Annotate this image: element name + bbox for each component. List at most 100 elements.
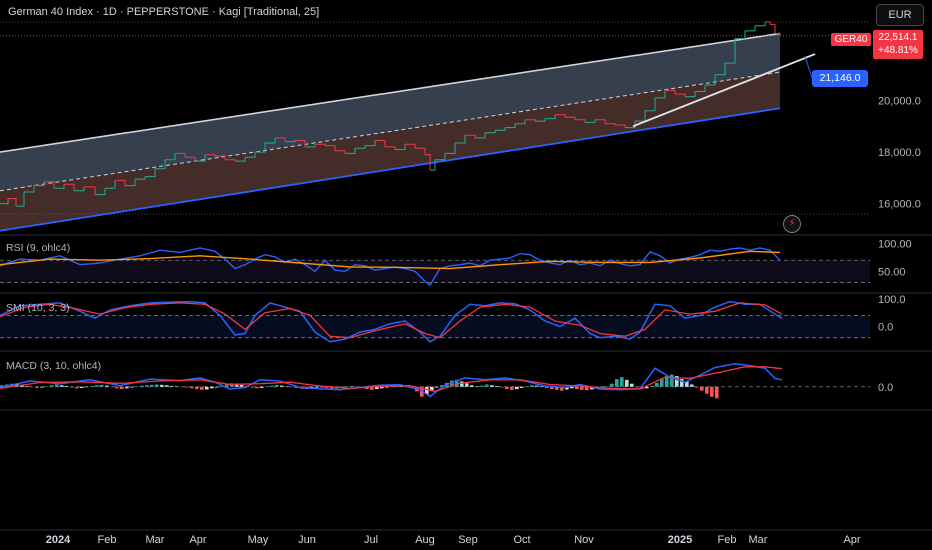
x-tick-label: 2024 bbox=[46, 534, 71, 546]
macd-histogram-bar bbox=[250, 386, 254, 388]
x-tick-label: Nov bbox=[574, 534, 594, 546]
x-tick-label: Feb bbox=[718, 534, 737, 546]
kagi-segment bbox=[735, 30, 746, 40]
macd-histogram-bar bbox=[35, 386, 39, 388]
macd-histogram-bar bbox=[260, 386, 264, 388]
macd-histogram-bar bbox=[280, 385, 284, 387]
macd-histogram-bar bbox=[145, 385, 149, 387]
macd-histogram-bar bbox=[535, 385, 539, 387]
macd-y-tick-label: 0.0 bbox=[878, 382, 893, 394]
macd-histogram-bar bbox=[70, 386, 74, 388]
x-tick-label: Sep bbox=[458, 534, 478, 546]
macd-histogram-bar bbox=[610, 383, 614, 387]
macd-histogram-bar bbox=[690, 384, 694, 387]
macd-histogram-bar bbox=[160, 384, 164, 387]
macd-histogram-bar bbox=[190, 386, 194, 389]
macd-histogram-bar bbox=[715, 386, 719, 399]
macd-histogram-bar bbox=[700, 386, 704, 391]
macd-histogram-bar bbox=[630, 383, 634, 387]
chart-canvas[interactable]: 16,000.0 18,000.0 20,000.0 50.00 100.00 0.0 10… bbox=[0, 0, 932, 550]
macd-histogram-bar bbox=[105, 385, 109, 387]
macd-histogram-bar bbox=[255, 386, 259, 389]
macd-histogram-bar bbox=[40, 386, 44, 388]
macd-histogram-bar bbox=[155, 384, 159, 387]
macd-histogram-bar bbox=[165, 385, 169, 387]
x-tick-label: Jul bbox=[364, 534, 378, 546]
price-change-value: +48.81% bbox=[878, 45, 918, 56]
x-tick-label: Mar bbox=[146, 534, 165, 546]
macd-histogram-bar bbox=[65, 386, 69, 387]
macd-histogram-bar bbox=[695, 386, 699, 388]
macd-histogram-bar bbox=[275, 384, 279, 387]
macd-histogram-bar bbox=[510, 386, 514, 390]
macd-histogram-bar bbox=[485, 384, 489, 387]
macd-histogram-bar bbox=[270, 385, 274, 387]
macd-histogram-bar bbox=[625, 379, 629, 387]
macd-histogram-bar bbox=[185, 386, 189, 388]
macd-histogram-bar bbox=[100, 384, 104, 387]
rsi-panel bbox=[0, 247, 870, 287]
macd-histogram-bar bbox=[520, 386, 524, 388]
macd-histogram-bar bbox=[540, 386, 544, 387]
trendline-connector bbox=[804, 55, 813, 79]
time-axis: 2024 Feb Mar Apr May Jun Jul Aug Sep Oct Nov 2025 Fe… bbox=[46, 534, 861, 546]
macd-histogram-bar bbox=[215, 386, 219, 388]
macd-histogram-bar bbox=[460, 381, 464, 387]
macd-histogram-bar bbox=[490, 385, 494, 387]
macd-histogram-bar bbox=[170, 386, 174, 387]
macd-histogram-bar bbox=[710, 386, 714, 397]
main-y-tick-label: 18,000.0 bbox=[878, 147, 921, 159]
trendline-price-tag: 21,146.0 bbox=[812, 70, 868, 87]
macd-histogram-bar bbox=[180, 386, 184, 388]
smi-y-tick-label: 0.0 bbox=[878, 322, 893, 334]
last-price-tag: 22,514.1 +48.81% bbox=[873, 30, 923, 59]
x-tick-label: Aug bbox=[415, 534, 435, 546]
x-tick-label: Oct bbox=[513, 534, 530, 546]
macd-histogram-bar bbox=[495, 386, 499, 387]
macd-histogram-bar bbox=[575, 386, 579, 390]
smi-legend[interactable]: SMI (10, 3, 3) bbox=[6, 302, 70, 314]
macd-legend[interactable]: MACD (3, 10, ohlc4) bbox=[6, 360, 101, 372]
smi-panel bbox=[0, 300, 870, 343]
x-tick-label: Mar bbox=[749, 534, 768, 546]
smi-band bbox=[0, 315, 870, 338]
macd-histogram-bar bbox=[135, 386, 139, 387]
macd-histogram-bar bbox=[205, 386, 209, 390]
x-tick-label: Jun bbox=[298, 534, 316, 546]
macd-histogram-bar bbox=[635, 386, 639, 388]
macd-histogram-bar bbox=[525, 386, 529, 387]
x-tick-label: Apr bbox=[189, 534, 206, 546]
channel-middle-line bbox=[0, 71, 781, 192]
macd-histogram-bar bbox=[150, 384, 154, 387]
macd-histogram-bar bbox=[55, 384, 59, 387]
x-tick-label: May bbox=[248, 534, 269, 546]
macd-histogram-bar bbox=[470, 385, 474, 387]
macd-histogram-bar bbox=[500, 386, 504, 388]
currency-selector[interactable]: EUR bbox=[876, 4, 924, 26]
lightning-icon[interactable]: ⚡ bbox=[783, 215, 801, 233]
macd-histogram-bar bbox=[515, 386, 519, 390]
kagi-segment bbox=[770, 23, 776, 34]
macd-histogram-bar bbox=[130, 386, 134, 388]
macd-histogram-bar bbox=[660, 379, 664, 387]
macd-histogram-bar bbox=[265, 386, 269, 387]
macd-histogram-bar bbox=[210, 386, 214, 389]
macd-histogram-bar bbox=[290, 386, 294, 388]
macd-histogram-bar bbox=[60, 385, 64, 387]
macd-histogram-bar bbox=[435, 386, 439, 388]
x-tick-label: 2025 bbox=[668, 534, 692, 546]
macd-histogram-bar bbox=[530, 385, 534, 387]
rsi-legend[interactable]: RSI (9, ohlc4) bbox=[6, 242, 70, 254]
kagi-segment bbox=[765, 21, 771, 25]
macd-histogram-bar bbox=[465, 383, 469, 387]
macd-histogram-bar bbox=[315, 386, 319, 388]
macd-histogram-bar bbox=[670, 374, 674, 387]
macd-histogram-bar bbox=[175, 386, 179, 387]
main-y-tick-label: 20,000.0 bbox=[878, 96, 921, 108]
macd-histogram-bar bbox=[85, 386, 89, 388]
macd-histogram-bar bbox=[95, 385, 99, 387]
kagi-segment bbox=[745, 25, 756, 32]
macd-histogram-bar bbox=[240, 384, 244, 387]
x-tick-label: Feb bbox=[98, 534, 117, 546]
x-tick-label: Apr bbox=[843, 534, 860, 546]
